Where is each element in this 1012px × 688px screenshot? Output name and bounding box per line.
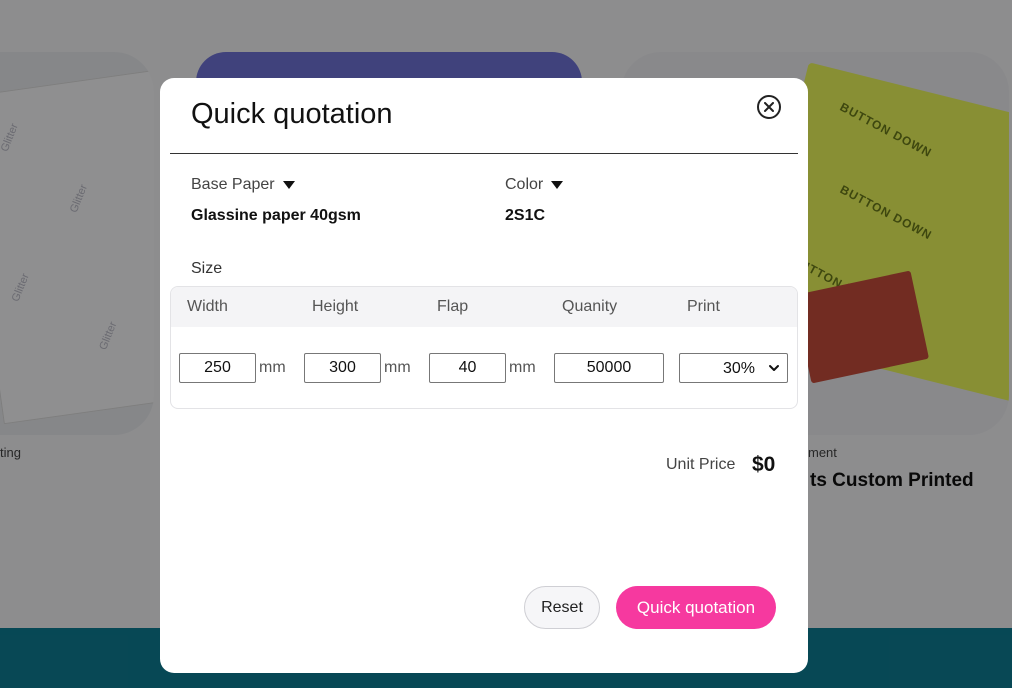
reset-button[interactable]: Reset [524,586,600,629]
close-icon[interactable] [757,95,781,119]
color-label: Color [505,176,544,193]
width-unit: mm [259,359,286,376]
quantity-input[interactable] [554,353,664,383]
column-width: Width [187,298,228,315]
height-input[interactable] [304,353,381,383]
unit-price-label: Unit Price [666,456,736,473]
print-select[interactable]: 30% [679,353,788,383]
caret-down-icon [551,181,564,189]
modal-title: Quick quotation [191,98,393,130]
print-select-value: 30% [722,360,755,377]
base-paper-label: Base Paper [191,176,275,193]
chevron-down-icon [769,365,779,371]
width-input[interactable] [179,353,256,383]
base-paper-value: Glassine paper 40gsm [191,207,361,224]
column-height: Height [312,298,359,315]
size-label: Size [191,260,223,277]
flap-input[interactable] [429,353,506,383]
size-table-header: Width Height Flap Quanity Print [171,287,797,327]
caret-down-icon [282,181,295,189]
color-value: 2S1C [505,207,546,224]
column-print: Print [687,298,720,315]
color-dropdown[interactable]: Color [505,176,564,194]
base-paper-dropdown[interactable]: Base Paper [191,176,295,194]
column-flap: Flap [437,298,469,315]
title-divider [170,153,798,154]
size-table: Width Height Flap Quanity Print mm mm mm… [170,286,798,409]
quick-quotation-modal: Quick quotation Base Paper Glassine pape… [160,78,808,673]
flap-unit: mm [509,359,536,376]
quick-quotation-button[interactable]: Quick quotation [616,586,776,629]
unit-price-value: $0 [752,453,776,476]
height-unit: mm [384,359,411,376]
column-quantity: Quanity [562,298,618,315]
